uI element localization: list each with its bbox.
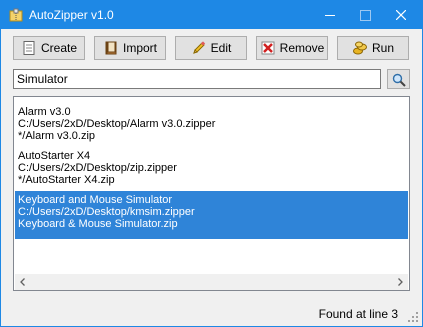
magnifier-icon: [392, 73, 406, 87]
chevron-right-icon: [398, 278, 403, 286]
scroll-left-button[interactable]: [15, 274, 31, 290]
chevron-left-icon: [20, 278, 25, 286]
import-button[interactable]: Import: [94, 36, 166, 60]
close-icon: [396, 10, 406, 20]
edit-button[interactable]: Edit: [175, 36, 247, 60]
pencil-icon: [192, 41, 205, 54]
create-button-label: Create: [40, 41, 78, 55]
window-title: AutoZipper v1.0: [29, 8, 114, 22]
app-window: AutoZipper v1.0 Create Import Edit Remov…: [0, 0, 423, 327]
minimize-icon: [325, 15, 335, 16]
scroll-right-button[interactable]: [392, 274, 408, 290]
list-item-zip: */Alarm v3.0.zip: [18, 130, 96, 142]
search-input[interactable]: [13, 69, 381, 89]
list-item[interactable]: Alarm v3.0 C:/Users/2xD/Desktop/Alarm v3…: [15, 103, 408, 151]
scrollbar-track[interactable]: [31, 275, 392, 289]
remove-button[interactable]: Remove: [256, 36, 328, 60]
list-item-name: Keyboard and Mouse Simulator: [18, 194, 173, 206]
maximize-button[interactable]: [347, 1, 383, 29]
status-text: Found at line 3: [318, 307, 398, 321]
run-button-label: Run: [371, 41, 394, 55]
toolbar: Create Import Edit Remove Run: [13, 36, 413, 62]
edit-button-label: Edit: [210, 41, 232, 55]
run-button[interactable]: Run: [337, 36, 409, 60]
list-item-zip: Keyboard & Mouse Simulator.zip: [18, 218, 178, 230]
book-icon: [105, 41, 117, 55]
red-x-icon: [261, 41, 275, 55]
title-bar[interactable]: AutoZipper v1.0: [1, 1, 422, 29]
list-item-path: C:/Users/2xD/Desktop/kmsim.zipper: [18, 206, 195, 218]
import-button-label: Import: [122, 41, 157, 55]
minimize-button[interactable]: [313, 1, 349, 29]
close-button[interactable]: [381, 1, 422, 29]
search-button[interactable]: [387, 69, 410, 89]
list-item-selected[interactable]: Keyboard and Mouse Simulator C:/Users/2x…: [15, 191, 408, 239]
list-item-name: Alarm v3.0: [18, 106, 71, 118]
list-item-path: C:/Users/2xD/Desktop/Alarm v3.0.zipper: [18, 118, 216, 130]
resize-grip-icon[interactable]: [407, 311, 419, 323]
remove-button-label: Remove: [279, 41, 325, 55]
app-icon: [9, 8, 23, 22]
document-icon: [23, 41, 35, 55]
list-item[interactable]: AutoStarter X4 C:/Users/2xD/Desktop/zip.…: [15, 147, 408, 195]
create-button[interactable]: Create: [13, 36, 85, 60]
list-item-zip: */AutoStarter X4.zip: [18, 174, 115, 186]
coins-icon: [352, 41, 367, 55]
zipper-list[interactable]: Alarm v3.0 C:/Users/2xD/Desktop/Alarm v3…: [13, 96, 410, 291]
list-item-name: AutoStarter X4: [18, 150, 91, 162]
maximize-icon: [360, 10, 371, 21]
horizontal-scrollbar[interactable]: [15, 274, 408, 290]
list-item-path: C:/Users/2xD/Desktop/zip.zipper: [18, 162, 177, 174]
